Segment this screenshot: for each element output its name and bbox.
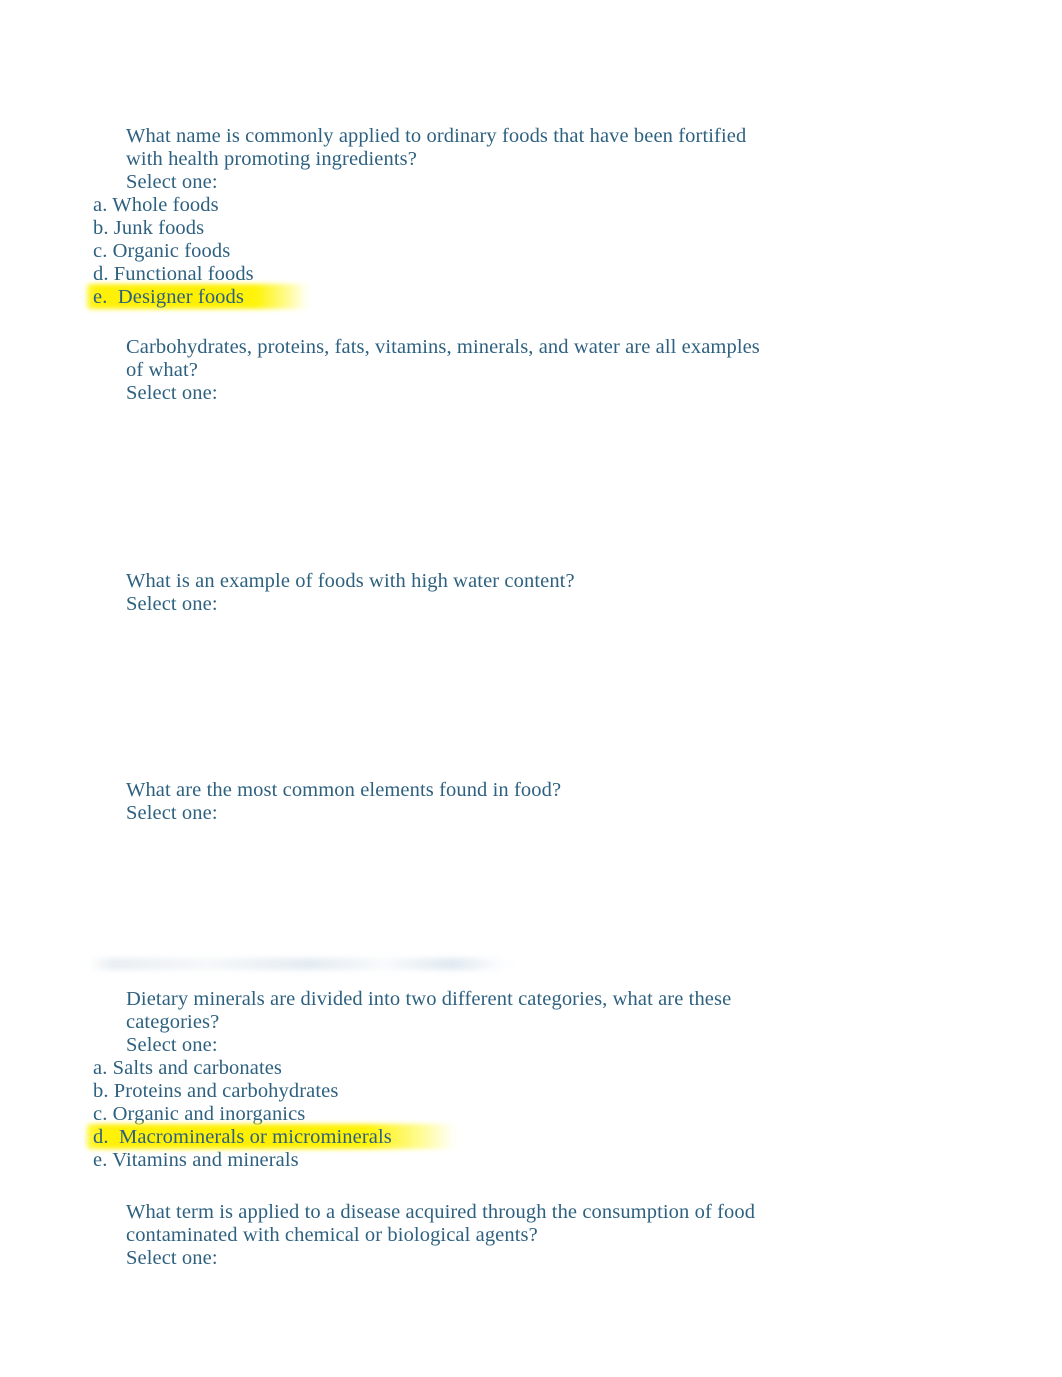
document-page: What name is commonly applied to ordinar…	[0, 0, 1062, 1377]
scan-artifact-band	[88, 958, 512, 970]
question-stem: Carbohydrates, proteins, fats, vitamins,…	[126, 336, 766, 381]
option-item-e[interactable]: e. Vitamins and minerals	[93, 1149, 299, 1172]
question-stem: Dietary minerals are divided into two di…	[126, 988, 737, 1033]
option-item-d[interactable]: d. Functional foods	[93, 263, 254, 286]
option-list: a. Whole foods b. Junk foods c. Organic …	[93, 194, 793, 309]
option-item-d-highlighted[interactable]: d. Macrominerals or microminerals	[93, 1126, 392, 1149]
question-stem: What term is applied to a disease acquir…	[126, 1201, 761, 1246]
option-item-a[interactable]: a. Whole foods	[93, 194, 219, 217]
question-block-1: What name is commonly applied to ordinar…	[0, 125, 1062, 309]
question-block-3: What is an example of foods with high wa…	[0, 570, 1062, 616]
option-label: c. Organic foods	[93, 240, 231, 262]
select-one-label: Select one:	[126, 802, 218, 824]
option-label: b. Junk foods	[93, 217, 205, 239]
option-label: b. Proteins and carbohydrates	[93, 1080, 339, 1102]
option-item-c[interactable]: c. Organic foods	[93, 240, 230, 263]
option-label: a. Salts and carbonates	[93, 1057, 283, 1079]
option-item-e-highlighted[interactable]: e. Designer foods	[93, 286, 244, 309]
option-item-b[interactable]: b. Junk foods	[93, 217, 204, 240]
option-label: c. Organic and inorganics	[93, 1103, 306, 1125]
question-stem: What name is commonly applied to ordinar…	[126, 125, 752, 170]
question-stem: What are the most common elements found …	[126, 779, 562, 801]
select-one-label: Select one:	[126, 1247, 218, 1269]
option-label: d. Functional foods	[93, 263, 254, 285]
question-block-2: Carbohydrates, proteins, fats, vitamins,…	[0, 336, 1062, 405]
option-label: e. Vitamins and minerals	[93, 1149, 299, 1171]
select-one-label: Select one:	[126, 382, 218, 404]
question-block-6: What term is applied to a disease acquir…	[0, 1201, 1062, 1270]
select-one-label: Select one:	[126, 593, 218, 615]
select-one-label: Select one:	[126, 171, 218, 193]
question-stem: What is an example of foods with high wa…	[126, 570, 575, 592]
question-block-4: What are the most common elements found …	[0, 779, 1062, 825]
option-label: d. Macrominerals or microminerals	[93, 1126, 392, 1148]
option-label: e. Designer foods	[93, 286, 244, 308]
select-one-label: Select one:	[126, 1034, 218, 1056]
option-item-b[interactable]: b. Proteins and carbohydrates	[93, 1080, 338, 1103]
option-item-a[interactable]: a. Salts and carbonates	[93, 1057, 282, 1080]
option-item-c[interactable]: c. Organic and inorganics	[93, 1103, 305, 1126]
question-block-5: Dietary minerals are divided into two di…	[0, 988, 1062, 1172]
option-label: a. Whole foods	[93, 194, 219, 216]
option-list: a. Salts and carbonates b. Proteins and …	[93, 1057, 793, 1172]
